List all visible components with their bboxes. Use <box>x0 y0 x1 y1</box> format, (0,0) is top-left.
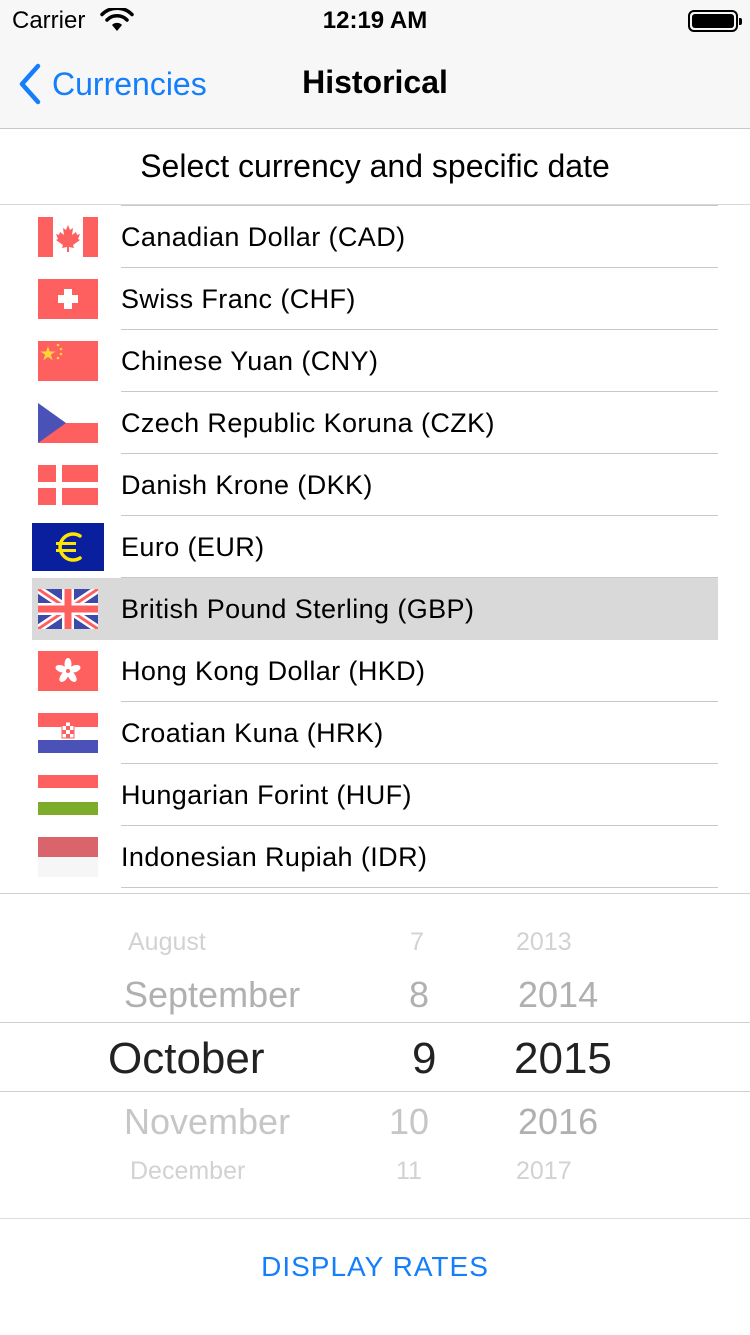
list-item[interactable]: Chinese Yuan (CNY) <box>32 330 718 392</box>
czech-flag-icon <box>38 403 98 443</box>
list-item-selected[interactable]: British Pound Sterling (GBP) <box>32 578 718 640</box>
currency-name: Hungarian Forint (HUF) <box>121 780 412 810</box>
currency-name: Czech Republic Koruna (CZK) <box>121 408 495 438</box>
picker-day-option[interactable]: 8 <box>409 974 429 1016</box>
list-item[interactable]: Euro (EUR) <box>32 516 718 578</box>
hungary-flag-icon <box>38 775 98 815</box>
picker-year-option[interactable]: 2013 <box>516 928 572 957</box>
currency-name: Croatian Kuna (HRK) <box>121 718 384 748</box>
page-title: Historical <box>302 64 448 100</box>
picker-year-option[interactable]: 2014 <box>518 974 598 1016</box>
list-item[interactable]: Hong Kong Dollar (HKD) <box>32 640 718 702</box>
display-rates-button[interactable]: DISPLAY RATES <box>0 1219 750 1315</box>
currency-name: Euro (EUR) <box>121 532 265 562</box>
currency-list[interactable]: Canadian Dollar (CAD) Swiss Franc (CHF) … <box>0 205 750 890</box>
battery-icon <box>688 10 742 32</box>
denmark-flag-icon <box>38 465 98 505</box>
date-picker[interactable]: August September October November Decemb… <box>0 893 750 1219</box>
currency-name: British Pound Sterling (GBP) <box>121 594 475 624</box>
list-item[interactable]: Canadian Dollar (CAD) <box>32 206 718 268</box>
status-bar: Carrier 12:19 AM <box>0 0 750 40</box>
clock: 12:19 AM <box>322 7 428 34</box>
list-item[interactable]: Hungarian Forint (HUF) <box>32 764 718 826</box>
switzerland-flag-icon <box>38 279 98 319</box>
currency-name: Canadian Dollar (CAD) <box>121 222 406 252</box>
picker-day-option[interactable]: 7 <box>410 928 424 957</box>
picker-day-option[interactable]: 10 <box>389 1101 429 1143</box>
croatia-flag-icon <box>38 713 98 753</box>
picker-month-selected[interactable]: October <box>108 1034 265 1084</box>
china-flag-icon <box>38 341 98 381</box>
currency-name: Danish Krone (DKK) <box>121 470 373 500</box>
canada-flag-icon <box>38 217 98 257</box>
picker-month-option[interactable]: September <box>124 974 300 1016</box>
euro-flag-icon <box>32 523 104 571</box>
list-item[interactable]: Swiss Franc (CHF) <box>32 268 718 330</box>
list-item[interactable]: Croatian Kuna (HRK) <box>32 702 718 764</box>
currency-name: Swiss Franc (CHF) <box>121 284 356 314</box>
picker-day-option[interactable]: 11 <box>396 1157 422 1186</box>
action-bar: DISPLAY RATES <box>0 1218 750 1335</box>
picker-year-selected[interactable]: 2015 <box>514 1034 612 1084</box>
picker-month-option[interactable]: November <box>124 1101 290 1143</box>
picker-day-selected[interactable]: 9 <box>412 1034 436 1084</box>
hong-kong-flag-icon <box>38 651 98 691</box>
currency-name: Hong Kong Dollar (HKD) <box>121 656 426 686</box>
indonesia-flag-icon <box>38 837 98 877</box>
currency-name: Indonesian Rupiah (IDR) <box>121 842 428 872</box>
picker-year-option[interactable]: 2017 <box>516 1157 572 1186</box>
currency-name: Chinese Yuan (CNY) <box>121 346 379 376</box>
instruction-header: Select currency and specific date <box>0 129 750 205</box>
picker-month-option[interactable]: August <box>128 928 206 957</box>
picker-year-option[interactable]: 2016 <box>518 1101 598 1143</box>
uk-flag-icon <box>38 589 98 629</box>
picker-month-option[interactable]: December <box>130 1157 245 1186</box>
instruction-text: Select currency and specific date <box>140 148 610 184</box>
list-item[interactable]: Indonesian Rupiah (IDR) <box>32 826 718 888</box>
navigation-bar: Currencies Historical <box>0 40 750 129</box>
list-item[interactable]: Danish Krone (DKK) <box>32 454 718 516</box>
list-item[interactable]: Czech Republic Koruna (CZK) <box>32 392 718 454</box>
